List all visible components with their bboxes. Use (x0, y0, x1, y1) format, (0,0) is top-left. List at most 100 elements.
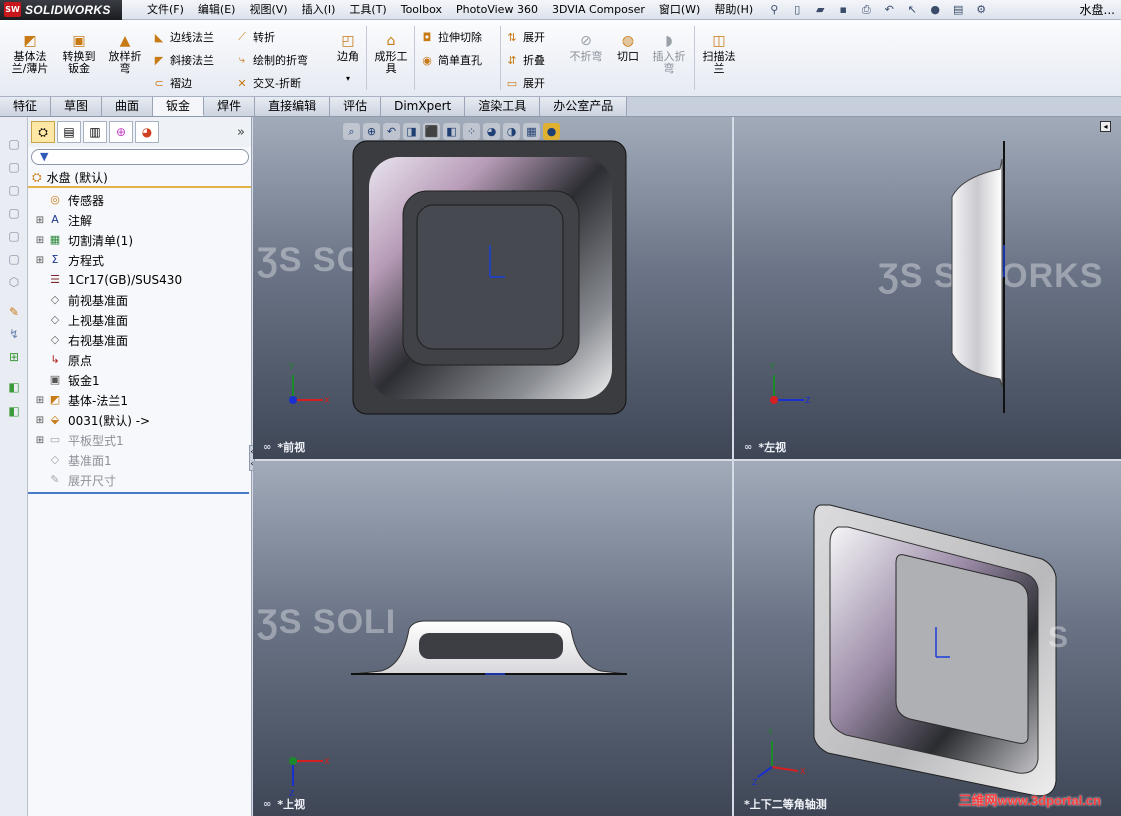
layer-icon[interactable]: ◧ (6, 404, 22, 418)
sketched-bend-button[interactable]: ⤷ 绘制的折弯 (235, 52, 308, 68)
insert-bends-button[interactable]: ◗ 插入折 弯 (648, 34, 690, 75)
corners-dropdown-icon[interactable]: ▾ (333, 73, 363, 85)
tree-item[interactable]: ◇ 基准面1 (28, 450, 251, 470)
pin-icon[interactable]: ⚲ (764, 1, 784, 18)
expand-icon[interactable]: ⊞ (33, 235, 47, 246)
viewport-label[interactable]: ∞ *前视 (263, 439, 305, 455)
menu-item[interactable]: 窗口(W) (652, 0, 707, 20)
print-icon[interactable]: ⎙ (856, 1, 876, 18)
more-tabs-icon[interactable]: » (237, 125, 245, 140)
viewport-front[interactable]: ⌕ ⊕ ↶ ◨ ⬛ ◧ ⁘ ◕ ◑ ▦ ● ƷS SOLI Y X (253, 117, 732, 459)
view-cube-icon[interactable]: ⬡ (6, 275, 22, 289)
tab-item[interactable]: DimXpert (381, 97, 466, 116)
configuration-manager-icon[interactable]: ▥ (83, 121, 107, 143)
expand-icon[interactable]: ⊞ (33, 215, 47, 226)
menu-item[interactable]: 编辑(E) (191, 0, 243, 20)
rebuild-icon[interactable]: ● (925, 1, 945, 18)
dimxpert-icon[interactable]: ⊕ (109, 121, 133, 143)
menu-item[interactable]: 3DVIA Composer (545, 0, 652, 20)
smart-dimension-icon[interactable]: ↯ (6, 327, 22, 341)
display-manager-icon[interactable]: ◕ (135, 121, 159, 143)
new-document-icon[interactable]: ▯ (787, 1, 807, 18)
lofted-bend-button[interactable]: ▲ 放样折 弯 (104, 34, 146, 75)
expand-icon[interactable]: ⊞ (33, 415, 47, 426)
tree-item[interactable]: ◎ 传感器 (28, 190, 251, 210)
menu-item[interactable]: 帮助(H) (707, 0, 760, 20)
corners-button[interactable]: ◰ 边角 ▾ (333, 34, 363, 85)
viewport-label[interactable]: ∞ *左视 (744, 439, 786, 455)
tree-item[interactable]: ◇ 右视基准面 (28, 330, 251, 350)
tree-item[interactable]: ◇ 前视基准面 (28, 290, 251, 310)
cross-break-button[interactable]: ✕ 交叉-折断 (235, 75, 301, 91)
tab-item[interactable]: 焊件 (204, 97, 256, 116)
extruded-cut-button[interactable]: ◘ 拉伸切除 (420, 29, 482, 45)
tab-item[interactable]: 渲染工具 (465, 97, 541, 116)
select-icon[interactable]: ↖ (902, 1, 922, 18)
tree-root[interactable]: ⛭ 水盘 (默认) (28, 169, 251, 188)
rollback-bar[interactable] (28, 492, 249, 494)
tab-item[interactable]: 曲面 (102, 97, 154, 116)
relations-icon[interactable]: ⊞ (6, 350, 22, 364)
menu-item[interactable]: PhotoView 360 (449, 0, 545, 20)
miter-flange-button[interactable]: ◤ 斜接法兰 (152, 52, 214, 68)
convert-to-sheet-metal-button[interactable]: ▣ 转换到 钣金 (56, 34, 102, 75)
tab-item[interactable]: 评估 (330, 97, 382, 116)
tab-item[interactable]: 钣金 (153, 97, 205, 116)
tree-item[interactable]: ⊞ ◩ 基体-法兰1 (28, 390, 251, 410)
layer-icon[interactable]: ◧ (6, 380, 22, 394)
menu-item[interactable]: 工具(T) (342, 0, 393, 20)
tab-item[interactable]: 特征 (0, 97, 52, 116)
rip-button[interactable]: ◍ 切口 (612, 34, 644, 63)
tab-item[interactable]: 办公室产品 (540, 97, 628, 116)
viewport-isometric[interactable]: Y X Z S *上下二等角轴测 (734, 461, 1121, 816)
flatten-button[interactable]: ▭ 展开 (505, 75, 545, 91)
menu-item[interactable]: Toolbox (394, 0, 449, 20)
tree-filter-input[interactable]: ▼ (31, 149, 249, 165)
hem-button[interactable]: ⊂ 褶边 (152, 75, 192, 91)
view-cube-icon[interactable]: ▢ (6, 229, 22, 243)
simple-hole-button[interactable]: ◉ 简单直孔 (420, 52, 482, 68)
view-cube-icon[interactable]: ▢ (6, 183, 22, 197)
tree-item[interactable]: ⊞ ▭ 平板型式1 (28, 430, 251, 450)
tree-item[interactable]: ☰ 1Cr17(GB)/SUS430 (28, 270, 251, 290)
tree-item[interactable]: ⊞ A 注解 (28, 210, 251, 230)
fold-button[interactable]: ⇵ 折叠 (505, 52, 545, 68)
edge-flange-button[interactable]: ◣ 边线法兰 (152, 29, 214, 45)
jog-button[interactable]: ⟋ 转折 (235, 29, 275, 45)
save-icon[interactable]: ▪ (833, 1, 853, 18)
view-cube-icon[interactable]: ▢ (6, 206, 22, 220)
file-properties-icon[interactable]: ▤ (948, 1, 968, 18)
viewport-label[interactable]: ∞ *上视 (263, 796, 305, 812)
menu-item[interactable]: 文件(F) (140, 0, 191, 20)
view-cube-icon[interactable]: ▢ (6, 160, 22, 174)
expand-icon[interactable]: ⊞ (33, 435, 47, 446)
base-flange-button[interactable]: ◩ 基体法 兰/薄片 (8, 34, 52, 75)
tree-item[interactable]: ↳ 原点 (28, 350, 251, 370)
unfold-button[interactable]: ⇅ 展开 (505, 29, 545, 45)
view-cube-icon[interactable]: ▢ (6, 137, 22, 151)
open-icon[interactable]: ▰ (810, 1, 830, 18)
tab-item[interactable]: 直接编辑 (255, 97, 331, 116)
viewport-left[interactable]: ◂ ƷS S WORKS Y Z ∞ *左视 (734, 117, 1121, 459)
menu-item[interactable]: 插入(I) (295, 0, 343, 20)
tree-item[interactable]: ▣ 钣金1 (28, 370, 251, 390)
tree-item[interactable]: ◇ 上视基准面 (28, 310, 251, 330)
tab-item[interactable]: 草图 (51, 97, 103, 116)
tree-item[interactable]: ✎ 展开尺寸 (28, 470, 251, 490)
tree-item[interactable]: ⊞ ⬙ 0031(默认) -> (28, 410, 251, 430)
menu-item[interactable]: 视图(V) (242, 0, 294, 20)
feature-tree-icon[interactable]: ⛭ (31, 121, 55, 143)
property-manager-icon[interactable]: ▤ (57, 121, 81, 143)
tree-item[interactable]: ⊞ Σ 方程式 (28, 250, 251, 270)
options-icon[interactable]: ⚙ (971, 1, 991, 18)
viewport-top[interactable]: ƷS SOLI Z X ∞ *上视 (253, 461, 732, 816)
swept-flange-button[interactable]: ◫ 扫描法 兰 (698, 34, 740, 75)
no-bends-button[interactable]: ⊘ 不折弯 (566, 34, 606, 63)
forming-tool-button[interactable]: ⌂ 成形工 具 (370, 34, 412, 75)
viewport-label[interactable]: *上下二等角轴测 (744, 796, 827, 812)
expand-icon[interactable]: ⊞ (33, 255, 47, 266)
tree-item[interactable]: ⊞ ▦ 切割清单(1) (28, 230, 251, 250)
undo-icon[interactable]: ↶ (879, 1, 899, 18)
view-cube-icon[interactable]: ▢ (6, 252, 22, 266)
sketch-icon[interactable]: ✎ (6, 305, 22, 319)
